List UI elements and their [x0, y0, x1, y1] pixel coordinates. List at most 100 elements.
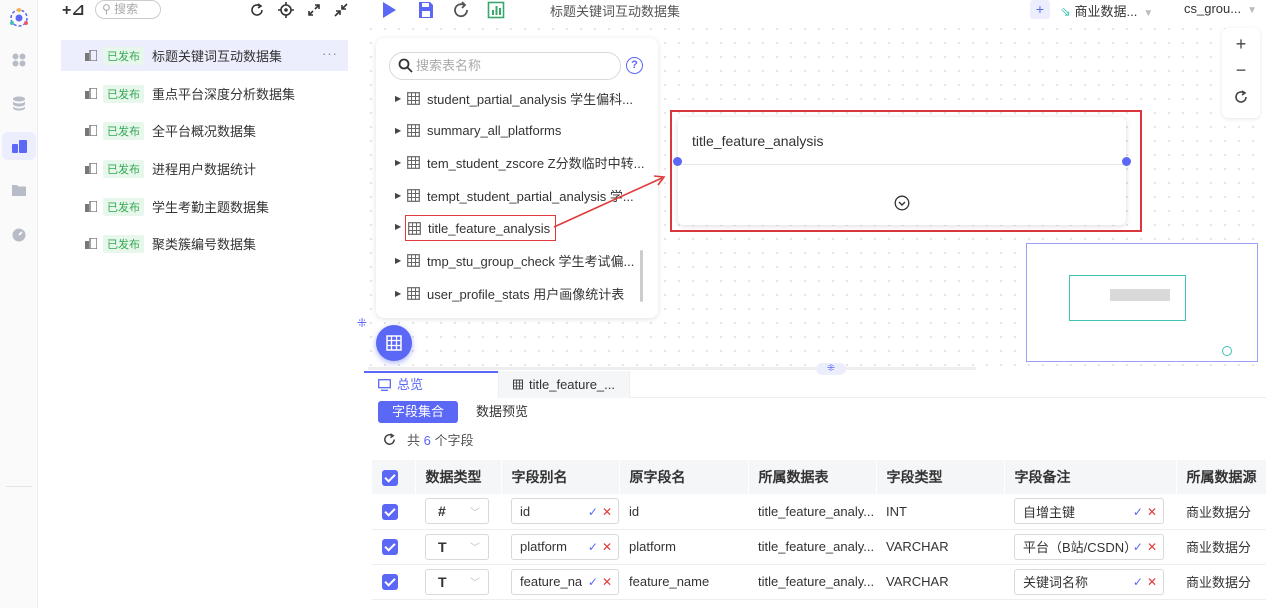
- node-port-right[interactable]: [1122, 157, 1131, 166]
- tab-overview[interactable]: 总览: [364, 371, 498, 398]
- select-all-cell[interactable]: [372, 460, 416, 494]
- dataset-item[interactable]: 已发布 全平台概况数据集: [61, 115, 348, 146]
- refresh-icon[interactable]: [249, 2, 265, 18]
- cancel-x-icon[interactable]: ✕: [602, 505, 612, 519]
- remark-value: 关键词名称: [1023, 575, 1089, 590]
- new-dataset-button[interactable]: +⊿: [62, 0, 85, 20]
- cancel-x-icon[interactable]: ✕: [1147, 575, 1157, 589]
- remark-input[interactable]: 平台（B站/CSDN） ✓ ✕: [1014, 533, 1164, 560]
- more-options-icon[interactable]: ···: [322, 46, 338, 61]
- row-checkbox[interactable]: [382, 503, 398, 520]
- count-suffix: 个字段: [434, 433, 474, 448]
- remark-input[interactable]: 自增主键 ✓ ✕: [1014, 498, 1164, 525]
- caret-right-icon[interactable]: ▶: [395, 191, 407, 200]
- caret-right-icon[interactable]: ▶: [395, 289, 407, 298]
- minimap-viewport[interactable]: [1069, 275, 1232, 356]
- dataset-item[interactable]: 已发布 聚类簇编号数据集: [61, 228, 348, 259]
- dataset-title: 标题关键词互动数据集: [550, 4, 681, 19]
- remark-value: 平台（B站/CSDN）: [1023, 540, 1129, 555]
- dashboard-gauge-icon[interactable]: [9, 225, 29, 245]
- cancel-x-icon[interactable]: ✕: [602, 540, 612, 554]
- caret-right-icon[interactable]: ▶: [395, 256, 407, 265]
- collapse-icon[interactable]: [333, 2, 349, 18]
- database-icon[interactable]: [9, 93, 29, 113]
- folder-icon[interactable]: [9, 180, 29, 200]
- schema-select[interactable]: cs_grou... ▼: [1184, 1, 1257, 16]
- select-all-checkbox[interactable]: [382, 469, 398, 486]
- table-item[interactable]: ▶ tmp_stu_group_check 学生考试偏...: [395, 248, 645, 272]
- node-port-left[interactable]: [673, 157, 682, 166]
- table-item[interactable]: ▶ user_profile_stats 用户画像统计表: [395, 281, 645, 305]
- chevron-down-circle-icon[interactable]: [894, 195, 910, 211]
- table-item-selected[interactable]: title_feature_analysis: [405, 215, 556, 241]
- table-row: T ﹀ platform ✓ ✕ platform title_feature_ana…: [372, 529, 1266, 565]
- help-icon[interactable]: ?: [626, 57, 643, 74]
- confirm-check-icon[interactable]: ✓: [588, 505, 598, 519]
- data-type-select[interactable]: T ﹀: [425, 568, 489, 595]
- run-icon[interactable]: [380, 1, 398, 19]
- table-node[interactable]: title_feature_analysis: [673, 117, 1131, 225]
- table-item[interactable]: ▶ student_partial_analysis 学生偏科...: [395, 86, 645, 110]
- data-type-select[interactable]: T ﹀: [425, 533, 489, 560]
- alias-input[interactable]: id ✓ ✕: [511, 498, 619, 525]
- tab-label: title_feature_...: [529, 377, 615, 392]
- table-grid-icon: [407, 155, 420, 169]
- alias-input[interactable]: feature_na ✓ ✕: [511, 568, 619, 595]
- dataset-icon[interactable]: [2, 132, 36, 160]
- subtab-fields[interactable]: 字段集合: [378, 401, 459, 423]
- refresh-icon[interactable]: [382, 432, 397, 447]
- minimap-resize-handle[interactable]: [1222, 346, 1232, 356]
- data-type-select[interactable]: # ﹀: [425, 498, 489, 525]
- add-datasource-button[interactable]: +: [1030, 0, 1050, 19]
- row-checkbox[interactable]: [382, 538, 398, 555]
- datasource-select[interactable]: ⇘ 商业数据... ▼: [1060, 1, 1153, 20]
- locate-icon[interactable]: [278, 2, 294, 18]
- apps-icon[interactable]: [9, 50, 29, 70]
- confirm-check-icon[interactable]: ✓: [588, 540, 598, 554]
- dataset-item[interactable]: 已发布 重点平台深度分析数据集: [61, 78, 348, 109]
- expand-icon[interactable]: [306, 2, 322, 18]
- table-grid-icon: [407, 123, 420, 137]
- dataset-list-panel: +⊿ ⚲ 搜索 已发布 标题关键词互动数据集 ··· 已发布 重点平台深度分析数…: [38, 0, 356, 608]
- remark-input[interactable]: 关键词名称 ✓ ✕: [1014, 568, 1164, 595]
- subtab-preview[interactable]: 数据预览: [462, 401, 542, 423]
- dataset-item[interactable]: 已发布 进程用户数据统计: [61, 153, 348, 184]
- dataset-search-input[interactable]: ⚲ 搜索: [95, 0, 161, 19]
- confirm-check-icon[interactable]: ✓: [588, 575, 598, 589]
- confirm-check-icon[interactable]: ✓: [1133, 575, 1143, 589]
- table-list-toggle-button[interactable]: [376, 325, 412, 361]
- source-table: title_feature_analy...: [748, 529, 876, 565]
- cancel-x-icon[interactable]: ✕: [602, 575, 612, 589]
- data-type-value: T: [438, 538, 447, 555]
- status-badge: 已发布: [103, 84, 144, 103]
- caret-right-icon[interactable]: ▶: [395, 94, 407, 103]
- zoom-in-button[interactable]: +: [1222, 34, 1260, 55]
- caret-right-icon[interactable]: ▶: [395, 222, 401, 231]
- caret-right-icon[interactable]: ▶: [395, 158, 407, 167]
- save-icon[interactable]: [417, 1, 435, 19]
- table-name: tmp_stu_group_check 学生考试偏...: [427, 253, 635, 269]
- reset-view-icon[interactable]: [1233, 89, 1249, 105]
- field-count: 共 6 个字段: [382, 430, 474, 449]
- chart-icon[interactable]: [487, 1, 505, 19]
- alias-input[interactable]: platform ✓ ✕: [511, 533, 619, 560]
- refresh-icon[interactable]: [452, 1, 470, 19]
- cancel-x-icon[interactable]: ✕: [1147, 505, 1157, 519]
- pane-splitter[interactable]: [368, 367, 976, 370]
- minimap[interactable]: [1026, 243, 1258, 362]
- row-checkbox[interactable]: [382, 573, 398, 590]
- dataset-item[interactable]: 已发布 标题关键词互动数据集 ···: [61, 40, 348, 71]
- table-grid-icon: [407, 286, 420, 300]
- tab-table[interactable]: title_feature_...: [498, 371, 630, 398]
- dataset-item[interactable]: 已发布 学生考勤主题数据集: [61, 191, 348, 222]
- scrollbar-thumb[interactable]: [640, 250, 643, 302]
- table-search-input[interactable]: 搜索表名称: [389, 52, 621, 80]
- column-header: 所属数据源: [1176, 460, 1266, 494]
- table-item[interactable]: ▶ summary_all_platforms: [395, 118, 645, 142]
- cancel-x-icon[interactable]: ✕: [1147, 540, 1157, 554]
- zoom-out-button[interactable]: −: [1222, 60, 1260, 81]
- caret-right-icon[interactable]: ▶: [395, 126, 407, 135]
- panel-collapse-handle[interactable]: ⁜: [357, 316, 369, 334]
- confirm-check-icon[interactable]: ✓: [1133, 540, 1143, 554]
- confirm-check-icon[interactable]: ✓: [1133, 505, 1143, 519]
